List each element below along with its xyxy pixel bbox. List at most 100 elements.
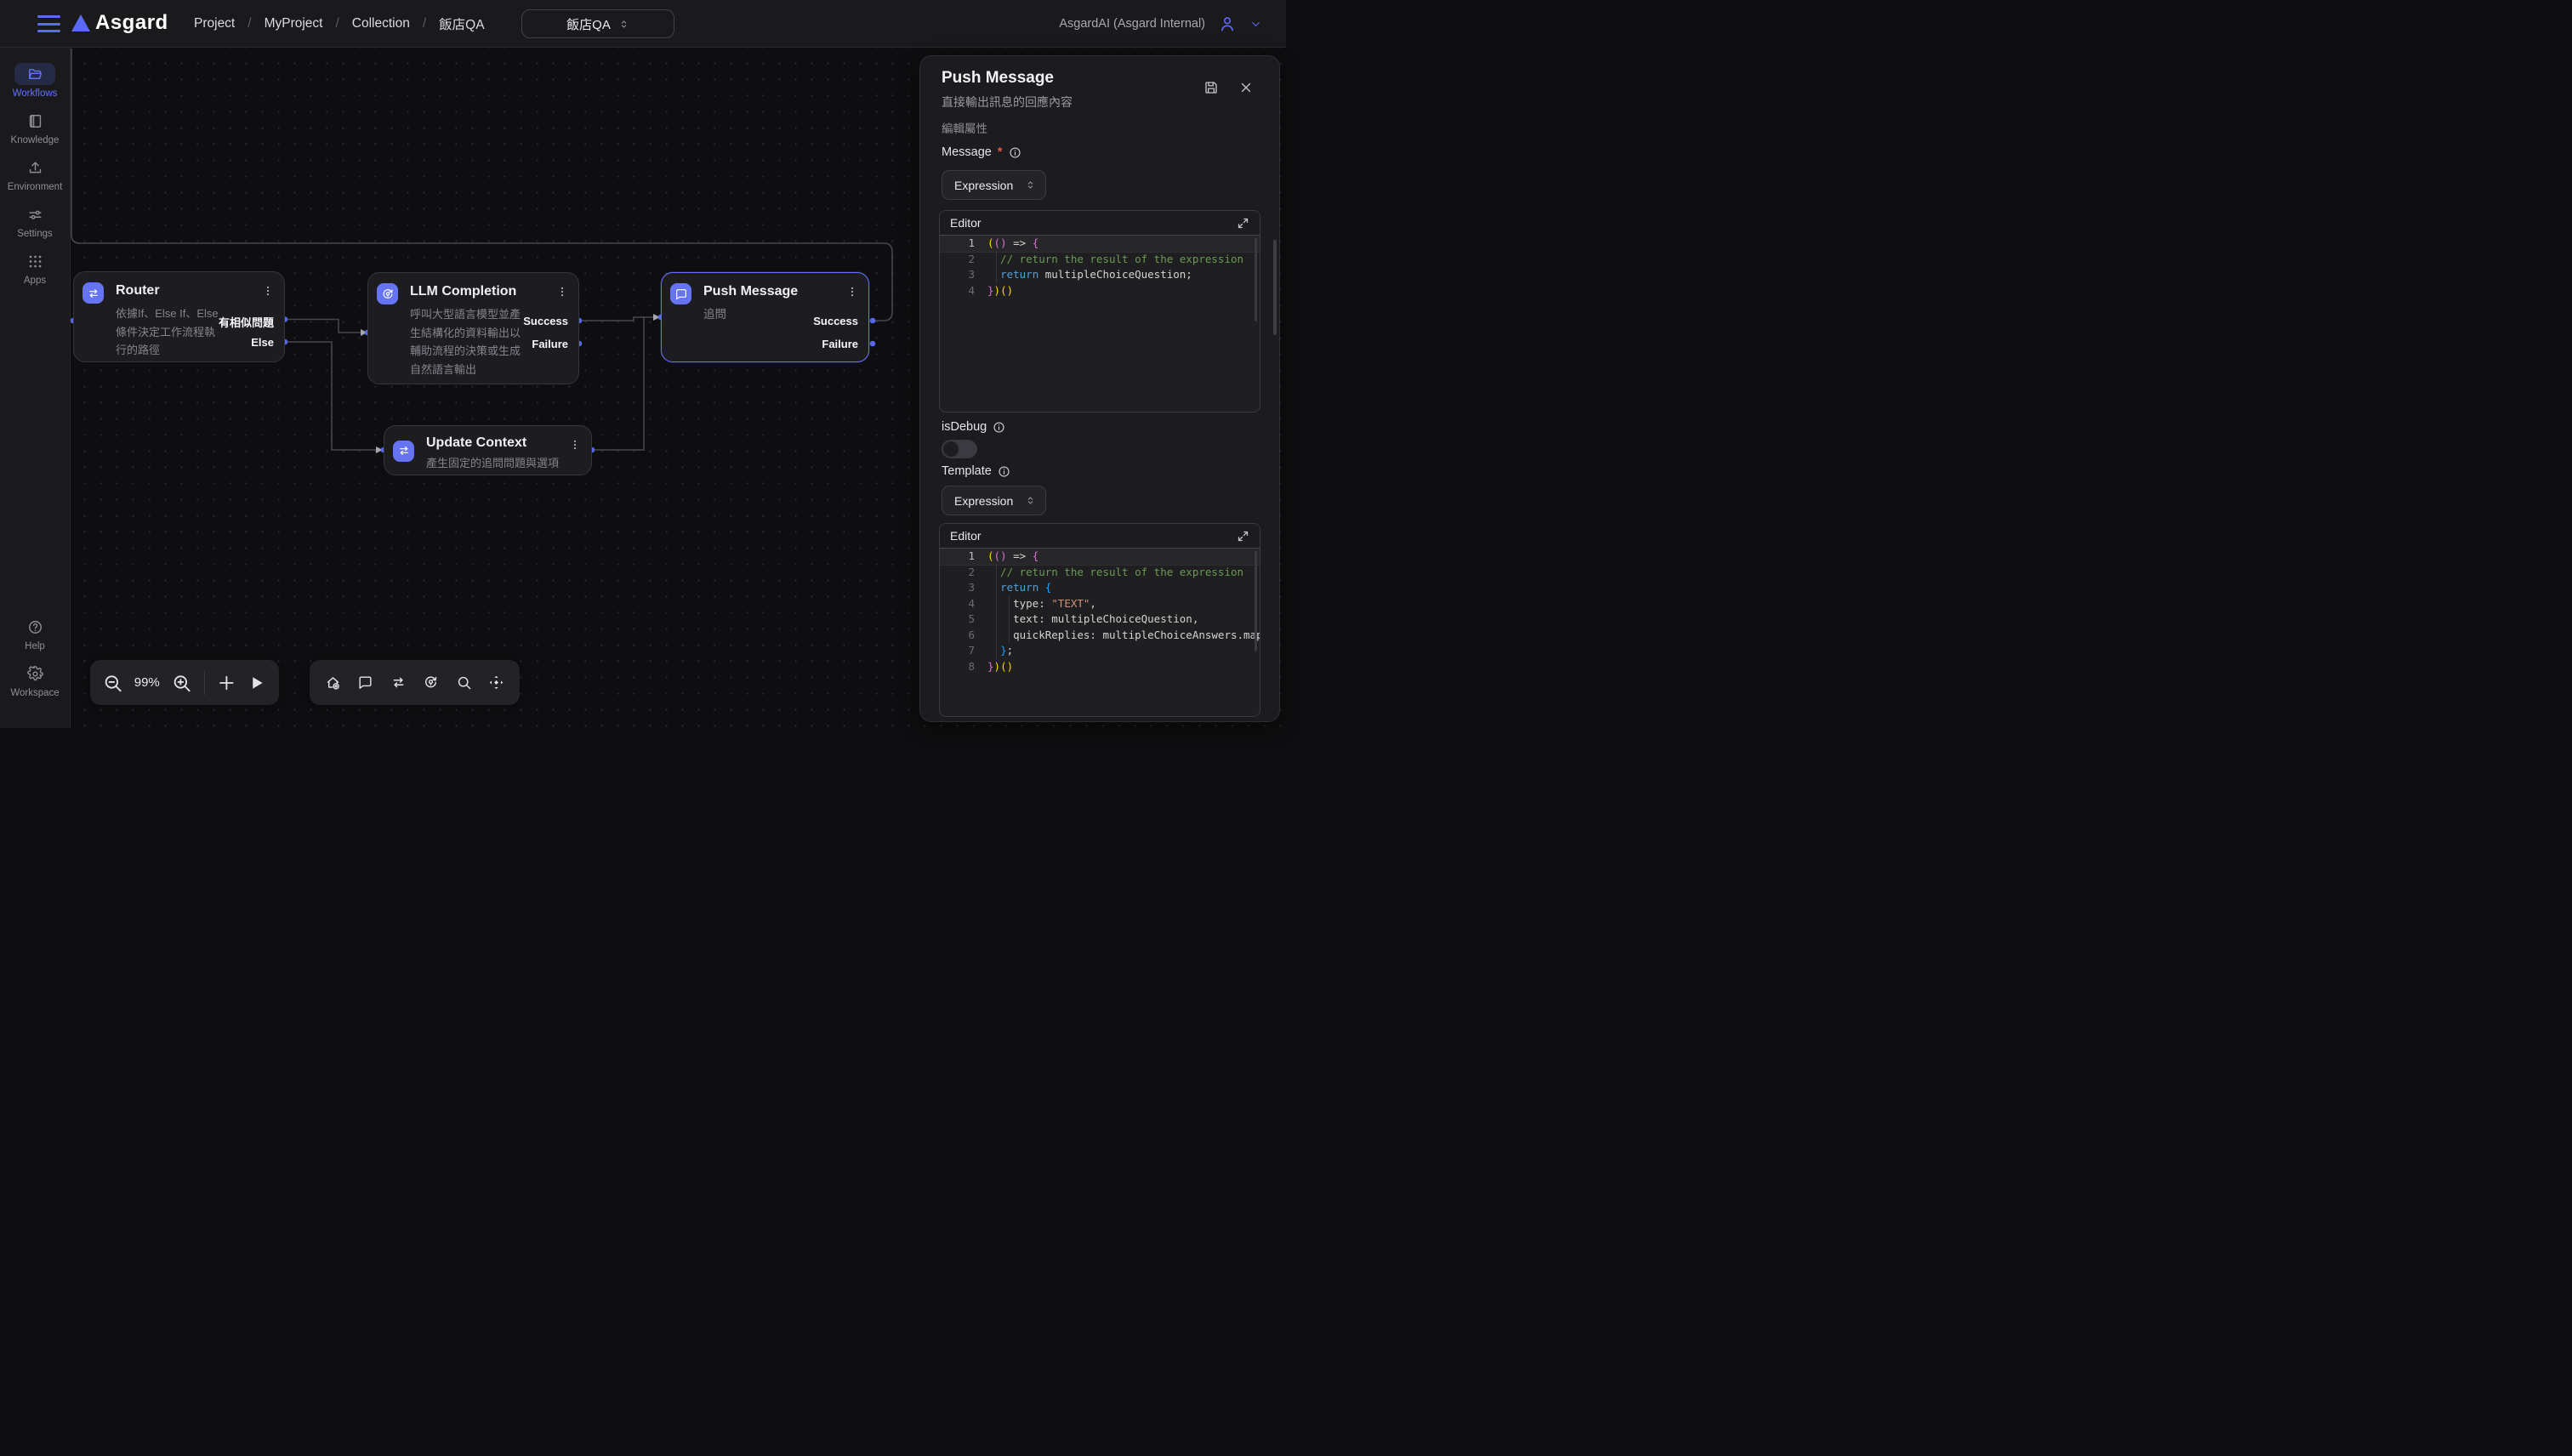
template-field-label: Template xyxy=(942,464,1010,478)
add-node-button[interactable] xyxy=(216,672,237,694)
select-updown-icon xyxy=(1025,178,1036,192)
breadcrumb-item[interactable]: 飯店QA xyxy=(439,14,484,33)
message-type-select[interactable]: Expression xyxy=(942,170,1046,200)
sidebar-item-workspace[interactable]: Workspace xyxy=(4,663,65,698)
account-chevron-down-icon[interactable] xyxy=(1249,18,1262,31)
message-code-editor[interactable]: Editor 1 (() => { 2 // return the result… xyxy=(939,210,1260,412)
node-title: Update Context xyxy=(426,435,526,451)
line-number: 2 xyxy=(940,565,987,581)
editor-header: Editor xyxy=(940,524,1260,549)
workflow-select-value: 飯店QA xyxy=(566,15,611,33)
node-handle[interactable] xyxy=(870,341,876,347)
sliders-icon xyxy=(27,207,43,223)
breadcrumb: Project/MyProject/Collection/飯店QA xyxy=(194,0,485,48)
template-type-select[interactable]: Expression xyxy=(942,486,1046,515)
left-sidebar: Workflows Knowledge Environment Settings… xyxy=(0,48,71,728)
code-line[interactable]: 5 text: multipleChoiceQuestion, xyxy=(940,611,1260,628)
node-menu-kebab-icon[interactable] xyxy=(556,285,568,299)
line-number: 5 xyxy=(940,611,987,628)
indent-guide xyxy=(1009,596,1010,644)
line-number: 1 xyxy=(940,236,987,252)
node-handle[interactable] xyxy=(870,318,876,324)
code-line[interactable]: 2 // return the result of the expression xyxy=(940,252,1260,268)
workflow-select[interactable]: 飯店QA xyxy=(521,9,674,38)
sidebar-item-settings[interactable]: Settings xyxy=(4,203,65,239)
workflow-edge[interactable] xyxy=(285,342,376,450)
sidebar-item-environment[interactable]: Environment xyxy=(4,156,65,192)
code-line[interactable]: 1 (() => { xyxy=(940,549,1260,565)
workflow-edge[interactable] xyxy=(285,320,361,333)
template-code-editor[interactable]: Editor 1 (() => { 2 // return the result… xyxy=(939,523,1260,717)
code-area[interactable]: 1 (() => { 2 // return the result of the… xyxy=(940,549,1260,674)
line-number: 4 xyxy=(940,283,987,299)
code-line[interactable]: 8 })() xyxy=(940,659,1260,675)
chat-bubble-icon xyxy=(674,287,688,301)
node-description: 依據If、Else If、Else條件決定工作流程執行的路徑 xyxy=(116,304,219,360)
select-updown-icon xyxy=(618,17,629,31)
expand-icon[interactable] xyxy=(1237,217,1249,230)
line-number: 2 xyxy=(940,252,987,268)
code-line[interactable]: 3 return multipleChoiceQuestion; xyxy=(940,267,1260,283)
breadcrumb-separator: / xyxy=(335,16,339,31)
line-number: 8 xyxy=(940,659,987,675)
top-navbar: Asgard Project/MyProject/Collection/飯店QA… xyxy=(0,0,1286,48)
sidebar-item-label: Settings xyxy=(17,229,53,239)
code-line[interactable]: 6 quickReplies: multipleChoiceAnswers.ma… xyxy=(940,628,1260,644)
sidebar-item-label: Apps xyxy=(24,276,46,286)
editor-scrollbar[interactable] xyxy=(1255,238,1257,321)
user-avatar-icon[interactable] xyxy=(1218,14,1237,33)
workflow-node-llm-completion[interactable]: LLM Completion 呼叫大型語言模型並產生結構化的資料輸出以輔助流程的… xyxy=(367,272,579,384)
zoom-toolbar: 99% xyxy=(90,660,279,705)
workflow-node-update-context[interactable]: Update Context 產生固定的追問問題與選項 xyxy=(384,425,592,475)
node-subtitle: 追問 xyxy=(703,304,726,321)
panel-scrollbar[interactable] xyxy=(1273,240,1277,335)
close-icon[interactable] xyxy=(1238,80,1254,95)
workflow-node-push-message[interactable]: Push Message 追問 SuccessFailure xyxy=(661,272,869,362)
node-menu-kebab-icon[interactable] xyxy=(569,438,581,452)
home-add-icon[interactable] xyxy=(325,674,341,691)
workflow-node-router[interactable]: Router 依據If、Else If、Else條件決定工作流程執行的路徑 有相… xyxy=(73,271,285,362)
swap-arrows-icon[interactable] xyxy=(390,674,407,691)
zoom-out-button[interactable] xyxy=(102,672,123,694)
llm-refresh-bulb-icon[interactable] xyxy=(423,674,439,691)
sidebar-item-label: Workspace xyxy=(10,688,59,698)
run-workflow-button[interactable] xyxy=(246,672,267,694)
expand-icon[interactable] xyxy=(1237,530,1249,543)
code-line[interactable]: 4 })() xyxy=(940,283,1260,299)
menu-hamburger-icon[interactable] xyxy=(37,15,60,32)
info-icon[interactable] xyxy=(1009,146,1021,159)
isdebug-toggle[interactable] xyxy=(942,440,977,458)
breadcrumb-item[interactable]: Collection xyxy=(352,16,410,31)
editor-scrollbar[interactable] xyxy=(1255,551,1257,651)
sidebar-item-workflows[interactable]: Workflows xyxy=(4,63,65,99)
move-icon[interactable] xyxy=(488,674,504,691)
zoom-in-button[interactable] xyxy=(171,672,192,694)
node-menu-kebab-icon[interactable] xyxy=(846,285,858,299)
save-icon[interactable] xyxy=(1203,80,1219,95)
code-area[interactable]: 1 (() => { 2 // return the result of the… xyxy=(940,236,1260,299)
node-menu-kebab-icon[interactable] xyxy=(262,284,274,298)
code-line[interactable]: 1 (() => { xyxy=(940,236,1260,252)
code-line[interactable]: 4 type: "TEXT", xyxy=(940,596,1260,612)
sidebar-item-help[interactable]: Help xyxy=(4,616,65,651)
info-icon[interactable] xyxy=(998,465,1010,478)
select-updown-icon xyxy=(1025,493,1036,508)
code-line[interactable]: 7 }; xyxy=(940,643,1260,659)
toolbar-divider xyxy=(204,671,205,695)
breadcrumb-item[interactable]: MyProject xyxy=(265,16,323,31)
chat-bubble-icon[interactable] xyxy=(357,674,373,691)
sidebar-item-apps[interactable]: Apps xyxy=(4,250,65,286)
breadcrumb-item[interactable]: Project xyxy=(194,16,235,31)
search-icon[interactable] xyxy=(456,674,472,691)
node-title: Push Message xyxy=(703,284,798,299)
message-field-label: Message* xyxy=(942,145,1021,159)
node-description: 呼叫大型語言模型並產生結構化的資料輸出以輔助流程的決策或生成自然語言輸出 xyxy=(410,305,521,378)
code-line[interactable]: 3 return { xyxy=(940,580,1260,596)
workflow-edge[interactable] xyxy=(592,317,644,450)
sidebar-item-knowledge[interactable]: Knowledge xyxy=(4,110,65,145)
code-line[interactable]: 2 // return the result of the expression xyxy=(940,565,1260,581)
edge-arrowhead-icon xyxy=(361,329,367,336)
workflow-edge[interactable] xyxy=(579,317,653,321)
line-number: 3 xyxy=(940,580,987,596)
info-icon[interactable] xyxy=(993,421,1005,434)
